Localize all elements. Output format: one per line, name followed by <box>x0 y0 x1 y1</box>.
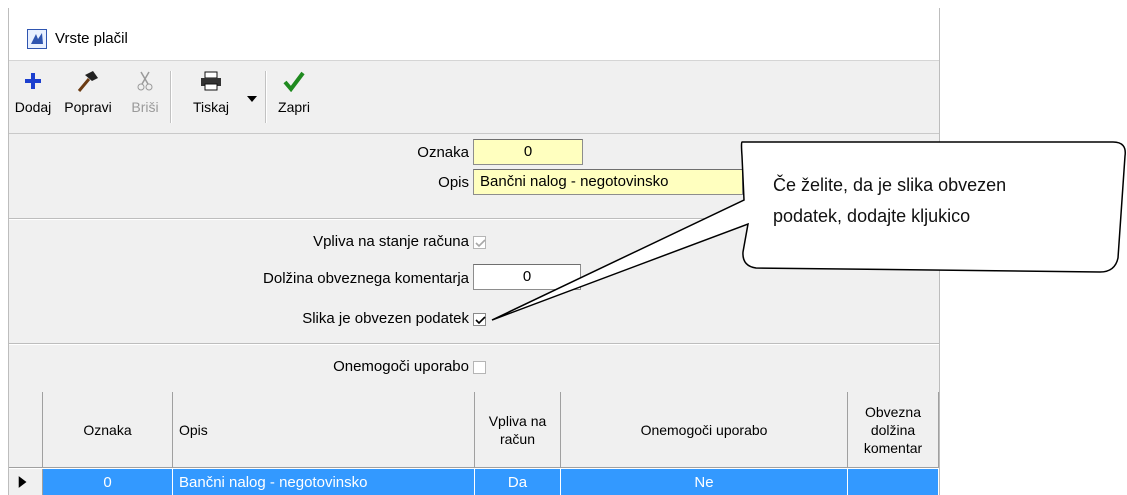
callout-text: Če želite, da je slika obvezen podatek, … <box>773 170 1006 232</box>
callout-line-2: podatek, dodajte kljukico <box>773 206 971 226</box>
callout-balloon <box>491 141 1126 321</box>
callout-line-1: Če želite, da je slika obvezen <box>773 175 1007 195</box>
